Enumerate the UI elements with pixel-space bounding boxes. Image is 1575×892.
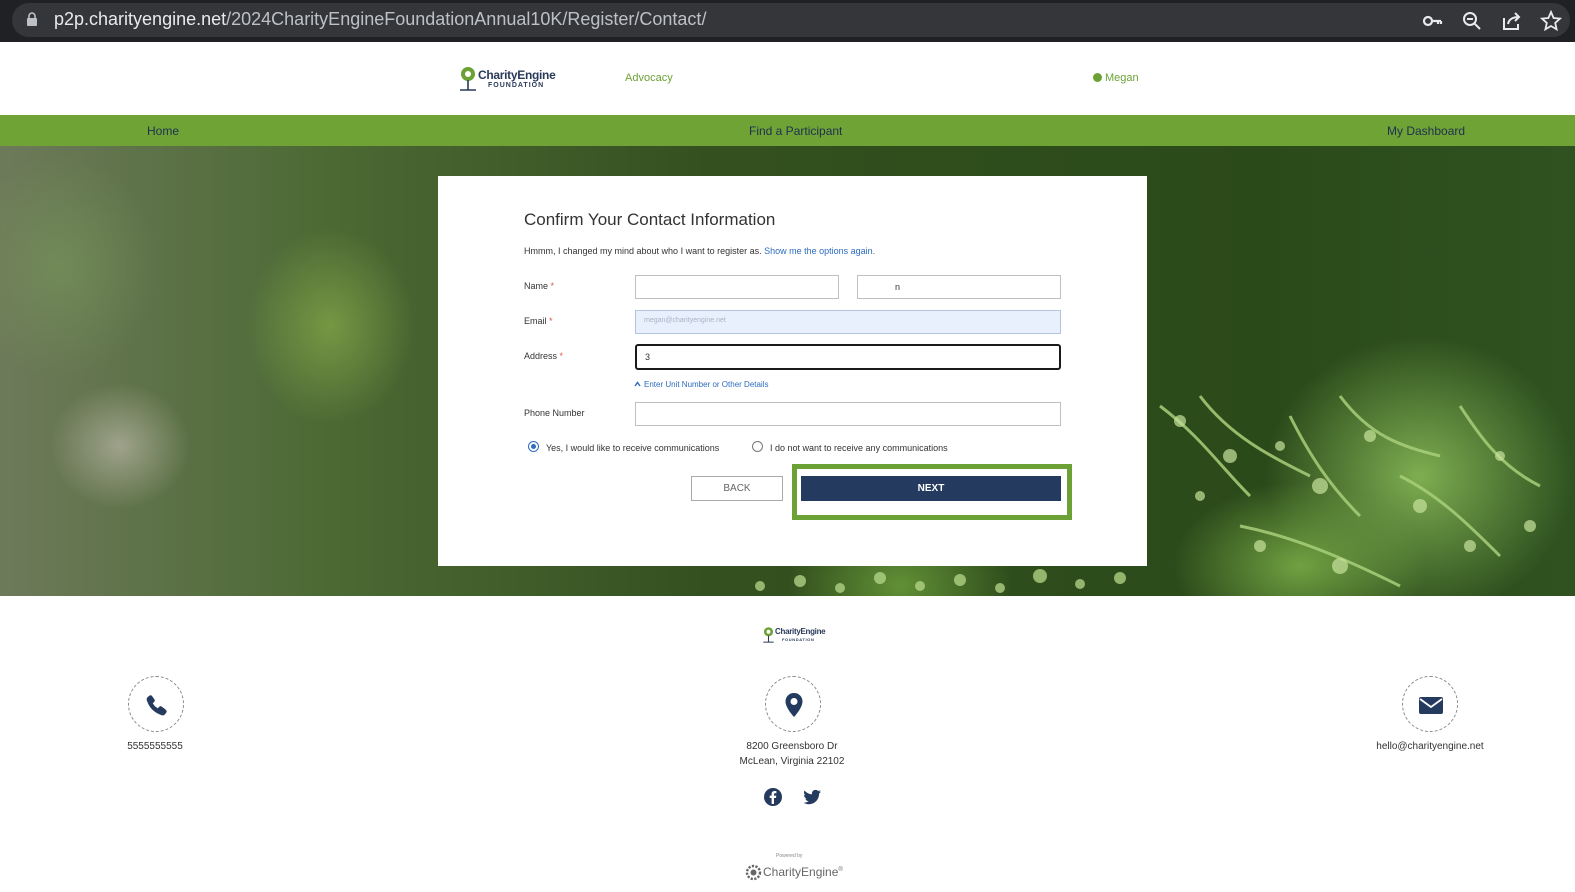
- logo-text: CharityEngine: [478, 68, 556, 82]
- url-path: /2024CharityEngineFoundationAnnual10K/Re…: [226, 9, 707, 29]
- bookmark-star-icon[interactable]: [1540, 10, 1562, 32]
- footer-tree-logo-icon: [763, 627, 774, 643]
- first-name-field[interactable]: [635, 275, 839, 299]
- unit-details-label: Enter Unit Number or Other Details: [644, 380, 769, 389]
- logo-subtext: FOUNDATION: [488, 82, 545, 89]
- lock-icon[interactable]: [26, 12, 38, 26]
- nav-home[interactable]: Home: [147, 124, 179, 138]
- phone-icon: [146, 695, 167, 716]
- email-label-text: Email: [524, 316, 547, 326]
- required-marker: *: [550, 281, 555, 291]
- footer-logo[interactable]: CharityEngine FOUNDATION: [762, 626, 832, 646]
- footer-address-line1: 8200 Greensboro Dr: [746, 741, 838, 752]
- register-note-text: Hmmm, I changed my mind about who I want…: [524, 246, 765, 256]
- facebook-icon[interactable]: [763, 787, 783, 807]
- main-nav: Home Find a Participant My Dashboard: [0, 115, 1575, 146]
- powered-by-logo[interactable]: CharityEngine®: [745, 862, 845, 884]
- email-field[interactable]: megan@charityengine.net: [635, 310, 1061, 334]
- page-title: Confirm Your Contact Information: [524, 210, 776, 229]
- unit-details-toggle[interactable]: Enter Unit Number or Other Details: [634, 380, 769, 389]
- browser-toolbar: p2p.charityengine.net/2024CharityEngineF…: [0, 0, 1575, 42]
- powered-by-text: Powered by: [776, 853, 803, 859]
- footer-address-line2: McLean, Virginia 22102: [739, 756, 845, 767]
- registered-mark: ®: [838, 867, 843, 873]
- communications-no-label[interactable]: I do not want to receive any communicati…: [770, 443, 948, 453]
- advocacy-link[interactable]: Advocacy: [625, 72, 673, 84]
- back-button[interactable]: BACK: [691, 476, 783, 501]
- register-note: Hmmm, I changed my mind about who I want…: [524, 246, 875, 256]
- share-icon[interactable]: [1501, 10, 1523, 32]
- footer-logo-subtext: FOUNDATION: [782, 637, 815, 642]
- map-pin-icon: [785, 693, 803, 717]
- required-marker: *: [559, 351, 564, 361]
- nav-my-dashboard[interactable]: My Dashboard: [1387, 124, 1465, 138]
- phone-label: Phone Number: [524, 408, 585, 418]
- gear-logo-icon: [745, 864, 762, 881]
- name-label-text: Name: [524, 281, 549, 291]
- chevron-up-icon: [634, 381, 641, 387]
- next-button[interactable]: NEXT: [801, 476, 1061, 501]
- powered-by-brand: CharityEngine®: [763, 865, 843, 879]
- email-label: Email *: [524, 316, 553, 326]
- phone-field[interactable]: [635, 402, 1061, 426]
- key-icon[interactable]: [1421, 10, 1443, 32]
- charityengine-logo[interactable]: CharityEngine FOUNDATION: [458, 66, 558, 94]
- site-header: [0, 42, 1575, 116]
- address-label: Address *: [524, 351, 563, 361]
- user-menu[interactable]: Megan: [1093, 72, 1139, 84]
- show-options-link[interactable]: Show me the options again.: [764, 246, 875, 256]
- name-label: Name *: [524, 281, 554, 291]
- footer-logo-text: CharityEngine: [775, 627, 826, 636]
- email-circle: [1402, 676, 1458, 732]
- tree-logo-icon: [460, 67, 476, 91]
- powered-brand-text: CharityEngine: [763, 865, 839, 879]
- user-name: Megan: [1105, 72, 1139, 84]
- communications-no-radio[interactable]: [752, 441, 763, 452]
- url-text[interactable]: p2p.charityengine.net/2024CharityEngineF…: [54, 9, 706, 30]
- foliage-decoration: [1159, 395, 1541, 588]
- communications-yes-label[interactable]: Yes, I would like to receive communicati…: [546, 443, 719, 453]
- envelope-icon: [1419, 697, 1443, 714]
- required-marker: *: [549, 316, 553, 326]
- last-name-field[interactable]: n: [857, 275, 1061, 299]
- address-field[interactable]: 3: [635, 344, 1061, 370]
- footer-phone[interactable]: 5555555555: [105, 741, 205, 752]
- zoom-icon[interactable]: [1461, 10, 1483, 32]
- location-circle: [765, 676, 821, 732]
- user-icon: [1093, 73, 1102, 82]
- twitter-icon[interactable]: [802, 787, 822, 807]
- url-host: p2p.charityengine.net: [54, 9, 227, 29]
- nav-find-participant[interactable]: Find a Participant: [749, 124, 842, 138]
- address-label-text: Address: [524, 351, 558, 361]
- phone-circle: [128, 676, 184, 732]
- communications-yes-radio[interactable]: [528, 441, 539, 452]
- footer-email[interactable]: hello@charityengine.net: [1350, 741, 1510, 752]
